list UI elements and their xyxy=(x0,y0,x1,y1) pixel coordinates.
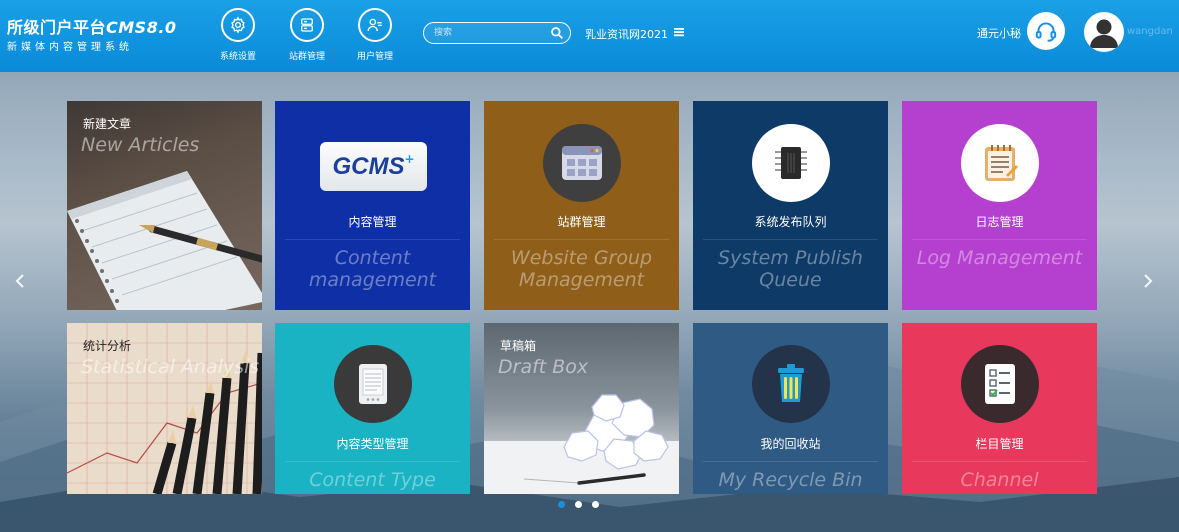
tile-content-type-en: Content Type Management xyxy=(309,469,436,494)
assistant-headset-button[interactable] xyxy=(1027,12,1065,50)
trash-bin-icon xyxy=(752,345,830,423)
search-box xyxy=(423,22,571,44)
tile-website-group-management[interactable]: 站群管理 Website Group Management xyxy=(484,101,679,310)
nav-user-management-button[interactable]: 用户管理 xyxy=(345,8,405,62)
nav-site-group-label: 站群管理 xyxy=(288,52,325,62)
hamburger-menu-icon[interactable] xyxy=(674,27,684,37)
tile-publish-queue-cn: 系统发布队列 xyxy=(754,215,827,229)
tile-channel-management[interactable]: 栏目管理 Channel Management xyxy=(902,323,1097,494)
tile-publish-queue-en: System Publish Queue xyxy=(718,247,863,291)
tile-log-management-cn: 日志管理 xyxy=(975,215,1024,229)
app-logo-title: 所级门户平台CMS8.0 xyxy=(7,14,177,38)
logo-title-cms: CMS8.0 xyxy=(106,18,177,37)
nav-system-settings-button[interactable]: 系统设置 xyxy=(208,8,268,62)
tile-log-management[interactable]: 日志管理 Log Management xyxy=(902,101,1097,310)
tile-content-management-cn: 内容管理 xyxy=(348,215,397,229)
carousel-dot-2[interactable] xyxy=(575,501,582,508)
tile-statistical-analysis[interactable]: 统计分析 Statistical Analysis xyxy=(67,323,262,494)
tile-statistical-analysis-cn: 统计分析 xyxy=(83,339,132,353)
checklist-icon xyxy=(961,345,1039,423)
notepad-icon xyxy=(961,124,1039,202)
tile-content-management[interactable]: GCMS + 内容管理 Content management xyxy=(275,101,470,310)
nav-user-management-label: 用户管理 xyxy=(356,52,393,62)
tile-log-management-en: Log Management xyxy=(916,247,1083,269)
server-icon xyxy=(290,8,324,42)
app-logo-subtitle: 新媒体内容管理系统 xyxy=(7,42,133,53)
carousel-dot-3[interactable] xyxy=(592,501,599,508)
nav-system-settings-label: 系统设置 xyxy=(219,52,256,62)
tile-website-group-cn: 站群管理 xyxy=(557,215,606,229)
tile-new-articles-en: New Articles xyxy=(81,134,200,156)
carousel-dot-1[interactable] xyxy=(558,501,565,508)
tile-new-articles[interactable]: 新建文章 New Articles xyxy=(67,101,262,310)
gear-icon xyxy=(221,8,255,42)
tile-content-management-en: Content management xyxy=(308,247,437,291)
search-input[interactable] xyxy=(434,25,544,41)
notebook-pen-image xyxy=(67,171,262,310)
tile-new-articles-cn: 新建文章 xyxy=(83,117,132,131)
tile-draft-box-en: Draft Box xyxy=(498,356,589,378)
tile-statistical-analysis-en: Statistical Analysis xyxy=(81,356,260,378)
carousel-prev-arrow-icon[interactable] xyxy=(14,272,26,290)
gcms-logo-text: GCMS xyxy=(332,152,405,180)
carousel-dots xyxy=(558,501,599,508)
assistant-label: 通元小秘 xyxy=(977,27,1021,40)
current-site-selector[interactable]: 乳业资讯网2021 xyxy=(585,26,668,42)
tile-content-type-management[interactable]: 内容类型管理 Content Type Management xyxy=(275,323,470,494)
chip-icon xyxy=(752,124,830,202)
tile-website-group-en: Website Group Management xyxy=(510,247,653,291)
search-icon[interactable] xyxy=(550,26,564,40)
tile-recycle-bin-en: My Recycle Bin xyxy=(718,469,863,491)
tile-draft-box[interactable]: 草稿箱 Draft Box xyxy=(484,323,679,494)
tablet-icon xyxy=(334,345,412,423)
users-icon xyxy=(358,8,392,42)
nav-site-group-button[interactable]: 站群管理 xyxy=(277,8,337,62)
tile-system-publish-queue[interactable]: 系统发布队列 System Publish Queue xyxy=(693,101,888,310)
tile-content-type-cn: 内容类型管理 xyxy=(336,437,409,451)
tile-my-recycle-bin[interactable]: 我的回收站 My Recycle Bin xyxy=(693,323,888,494)
username-text: wangdan xyxy=(1127,26,1173,37)
headset-icon xyxy=(1035,22,1057,42)
tile-channel-management-en: Channel Management xyxy=(937,469,1062,494)
tile-recycle-bin-cn: 我的回收站 xyxy=(760,437,821,451)
logo-title-cn: 所级门户平台 xyxy=(7,18,107,37)
browser-window-icon xyxy=(543,124,621,202)
user-silhouette-icon xyxy=(1090,19,1118,48)
carousel-next-arrow-icon[interactable] xyxy=(1142,272,1154,290)
tile-draft-box-cn: 草稿箱 xyxy=(500,339,537,353)
top-header-bar: 所级门户平台CMS8.0 新媒体内容管理系统 系统设置 站群管理 用户管理 乳业… xyxy=(0,0,1179,72)
user-avatar[interactable] xyxy=(1084,12,1124,52)
tile-channel-management-cn: 栏目管理 xyxy=(975,437,1024,451)
gcms-logo: GCMS + xyxy=(320,142,427,191)
